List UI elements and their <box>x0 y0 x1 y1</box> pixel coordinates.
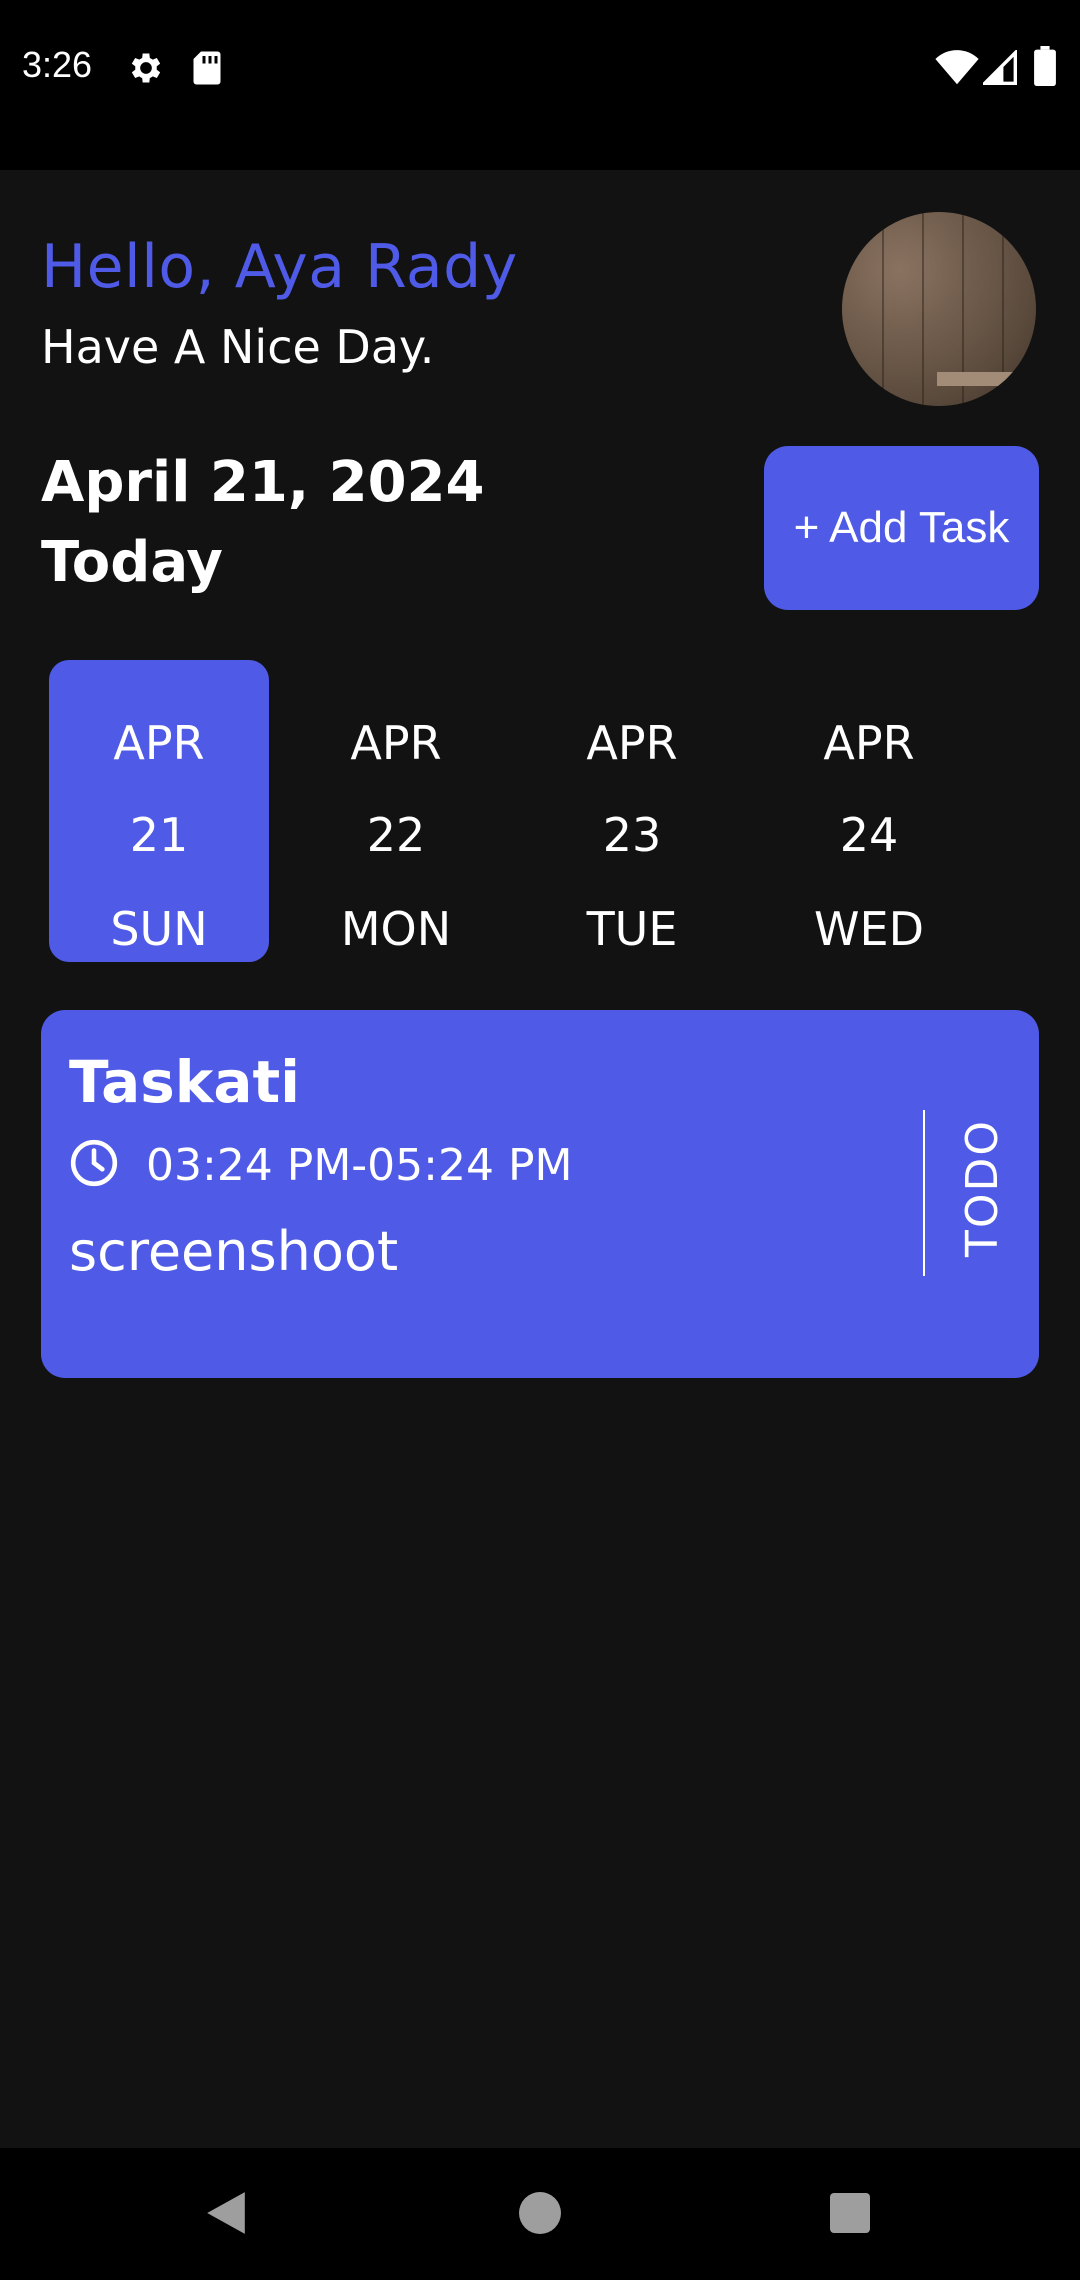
avatar-texture <box>937 372 1036 386</box>
greeting-subtitle: Have A Nice Day. <box>41 320 435 374</box>
task-status-label: TODO <box>957 1118 1008 1258</box>
today-label: Today <box>41 530 223 595</box>
date-weekday: WED <box>814 902 924 956</box>
battery-icon <box>1034 46 1056 86</box>
date-cell-apr-24[interactable]: APR 24 WED <box>759 660 979 962</box>
greeting-title: Hello, Aya Rady <box>41 232 518 302</box>
avatar-texture <box>882 212 884 406</box>
status-time: 3:26 <box>22 44 93 85</box>
clock-icon <box>70 1139 118 1187</box>
wifi-icon <box>935 50 979 85</box>
date-cell-apr-21[interactable]: APR 21 SUN <box>49 660 269 962</box>
add-task-button[interactable]: + Add Task <box>764 446 1039 610</box>
date-day: 23 <box>602 808 662 862</box>
signal-icon <box>983 50 1017 85</box>
task-time: 03:24 PM-05:24 PM <box>146 1140 573 1191</box>
navigation-bar <box>0 2148 1080 2280</box>
date-month: APR <box>586 716 678 770</box>
date-month: APR <box>113 716 205 770</box>
recents-icon[interactable] <box>830 2193 870 2233</box>
home-icon[interactable] <box>519 2192 561 2234</box>
date-picker: APR 21 SUN APR 22 MON APR 23 TUE APR 24 … <box>49 660 1049 962</box>
sd-card-icon <box>193 51 221 85</box>
avatar[interactable] <box>842 212 1036 406</box>
task-title: Taskati <box>69 1048 301 1116</box>
date-day: 22 <box>366 808 426 862</box>
status-bar: 3:26 <box>0 0 1080 170</box>
date-day: 24 <box>839 808 899 862</box>
task-card[interactable]: Taskati 03:24 PM-05:24 PM screenshoot TO… <box>41 1010 1039 1378</box>
date-weekday: TUE <box>586 902 678 956</box>
avatar-texture <box>922 212 924 406</box>
date-month: APR <box>823 716 915 770</box>
task-description: screenshoot <box>69 1220 399 1283</box>
date-day: 21 <box>129 808 189 862</box>
task-divider <box>923 1110 925 1276</box>
date-weekday: MON <box>340 902 452 956</box>
back-icon[interactable] <box>205 2190 247 2236</box>
date-weekday: SUN <box>110 902 208 956</box>
home-screen: Hello, Aya Rady Have A Nice Day. April 2… <box>0 170 1080 2148</box>
gear-icon <box>131 53 161 83</box>
date-month: APR <box>350 716 442 770</box>
date-cell-apr-22[interactable]: APR 22 MON <box>286 660 506 962</box>
current-date: April 21, 2024 <box>41 450 485 515</box>
date-cell-apr-23[interactable]: APR 23 TUE <box>522 660 742 962</box>
